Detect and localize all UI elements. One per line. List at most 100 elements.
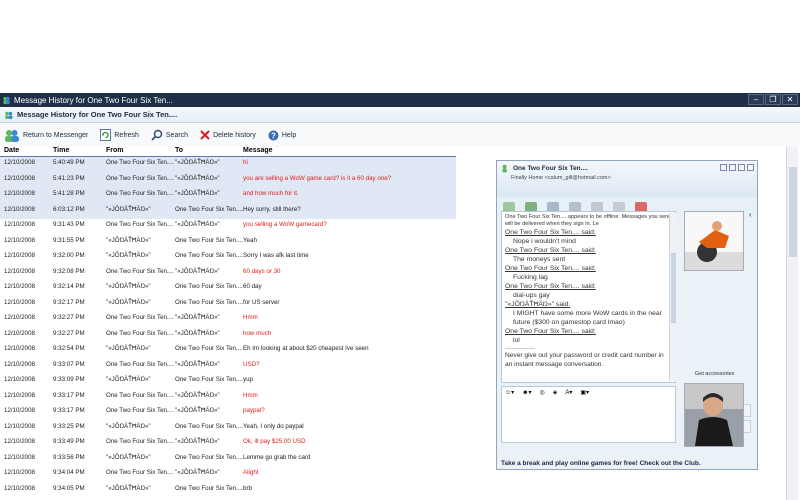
row-date: 12/10/2008 <box>4 190 35 197</box>
row-time: 9:32:00 PM <box>53 252 85 259</box>
row-from: One Two Four Six Ten.... <box>106 391 174 399</box>
table-row[interactable]: 12/10/2008 9:33:09 PM "«JŌŊÄŤĦÄŊ»" One Two … <box>0 374 456 390</box>
table-row[interactable]: 12/10/2008 9:32:00 PM "«JŌŊÄŤĦÄŊ»" One Two … <box>0 250 456 266</box>
row-time: 9:32:14 PM <box>53 283 85 290</box>
messenger-icon <box>3 96 10 104</box>
window-title: Message History for One Two Four Six Ten… <box>14 95 173 105</box>
row-date: 12/10/2008 <box>4 236 35 244</box>
row-to: One Two Four Six Ten.... <box>175 422 243 430</box>
table-row[interactable]: 12/10/2008 9:32:54 PM "«JŌŊÄŤĦÄŊ»" One Two … <box>0 343 456 359</box>
row-date: 12/10/2008 <box>4 376 35 383</box>
get-accessories-link[interactable]: Get accessories <box>695 371 734 377</box>
table-row[interactable]: 12/10/2008 9:31:43 PM One Two Four Six Ten… <box>0 219 456 235</box>
delete-history-button[interactable]: Delete history <box>200 130 256 140</box>
table-row[interactable]: 12/10/2008 9:31:55 PM "«JŌŊÄŤĦÄŊ»" One Two … <box>0 235 456 251</box>
column-header-from[interactable]: From <box>106 147 175 156</box>
close-button[interactable]: ✕ <box>782 94 798 105</box>
conversation-title: One Two Four Six Ten.... <box>513 165 588 172</box>
table-row[interactable]: 12/10/2008 5:41:23 PM One Two Four Six Ten… <box>0 172 456 188</box>
transcript-scrollbar[interactable] <box>669 213 676 381</box>
conversation-header: One Two Four Six Ten.... Finally Home <c… <box>497 161 757 197</box>
background-icon[interactable]: ▣▾ <box>580 389 589 396</box>
conversation-maximize-button[interactable] <box>738 164 745 171</box>
row-to: "«JŌŊÄŤĦÄŊ»" <box>175 190 220 197</box>
column-header-to[interactable]: To <box>175 147 243 156</box>
my-display-picture[interactable] <box>684 383 744 447</box>
row-time: 9:32:54 PM <box>53 345 85 352</box>
row-to: One Two Four Six Ten.... <box>175 252 243 259</box>
row-message: Alight <box>243 469 259 476</box>
table-row[interactable]: 12/10/2008 9:33:25 PM "«JŌŊÄŤĦÄŊ»" One Two … <box>0 421 456 437</box>
contact-display-picture[interactable] <box>684 211 744 271</box>
table-row[interactable]: 12/10/2008 9:32:27 PM One Two Four Six Ten… <box>0 312 456 328</box>
collapse-arrow-icon[interactable]: ‹ <box>749 210 752 219</box>
column-header-time[interactable]: Time <box>53 147 106 156</box>
table-row[interactable]: 12/10/2008 5:40:49 PM One Two Four Six Ten… <box>0 157 456 173</box>
row-time: 5:40:49 PM <box>53 159 85 166</box>
font-icon[interactable]: A▾ <box>565 389 572 396</box>
row-message: hi <box>243 159 248 166</box>
table-row[interactable]: 12/10/2008 9:32:27 PM One Two Four Six Ten… <box>0 328 456 344</box>
column-header-message[interactable]: Message <box>243 147 456 156</box>
table-row[interactable]: 12/10/2008 9:34:05 PM "«JŌŊÄŤĦÄŊ»" One Two … <box>0 483 456 499</box>
row-to: "«JŌŊÄŤĦÄŊ»" <box>175 438 220 445</box>
table-row[interactable]: 12/10/2008 9:32:14 PM "«JŌŊÄŤĦÄŊ»" One Two … <box>0 281 456 297</box>
page-scrollbar[interactable] <box>786 147 798 500</box>
nudge-icon[interactable]: ◎ <box>539 389 544 396</box>
table-row[interactable]: 12/10/2008 6:03:12 PM "«JŌŊÄŤĦÄŊ»" One Two … <box>0 203 456 219</box>
row-message: paypal? <box>243 407 265 414</box>
security-warning: Never give out your password or credit c… <box>505 352 664 368</box>
table-row[interactable]: 12/10/2008 9:33:49 PM One Two Four Six Ten… <box>0 436 456 452</box>
row-from: One Two Four Six Ten.... <box>106 360 174 368</box>
chat-message: The moneys sent <box>513 256 566 263</box>
window-titlebar: Message History for One Two Four Six Ten… <box>0 93 800 107</box>
conversation-minimize-button[interactable] <box>729 164 736 171</box>
row-time: 5:41:23 PM <box>53 174 85 182</box>
conversation-menu-button[interactable] <box>720 164 727 171</box>
table-row[interactable]: 12/10/2008 9:33:07 PM One Two Four Six Ten… <box>0 359 456 375</box>
row-date: 12/10/2008 <box>4 360 35 368</box>
row-message: Sorry I was afk last time <box>243 252 309 259</box>
chat-message: Fucking lag <box>513 274 548 281</box>
table-row[interactable]: 12/10/2008 9:33:17 PM One Two Four Six Ten… <box>0 390 456 406</box>
table-row[interactable]: 12/10/2008 9:33:56 PM "«JŌŊÄŤĦÄŊ»" One Two … <box>0 452 456 468</box>
chat-speaker: One Two Four Six Ten.... said: <box>505 328 596 335</box>
row-time: 9:31:43 PM <box>53 221 85 228</box>
refresh-button[interactable]: Refresh <box>100 129 139 141</box>
help-button[interactable]: ? Help <box>268 130 296 141</box>
conversation-window-controls <box>720 164 754 171</box>
games-promo-link[interactable]: Take a break and play online games for f… <box>501 460 701 467</box>
row-message: Hey sorry, still there? <box>243 205 301 213</box>
table-row[interactable]: 12/10/2008 9:32:17 PM "«JŌŊÄŤĦÄŊ»" One Two … <box>0 297 456 313</box>
emoticon-icon[interactable]: ☺▾ <box>505 389 514 396</box>
table-row[interactable]: 12/10/2008 5:41:28 PM One Two Four Six Ten… <box>0 188 456 204</box>
chat-message: lol <box>513 337 520 344</box>
voice-clip-icon[interactable]: ◈ <box>553 389 558 396</box>
conversation-close-button[interactable] <box>747 164 754 171</box>
row-from: One Two Four Six Ten.... <box>106 438 174 445</box>
return-label: Return to Messenger <box>23 131 89 139</box>
row-date: 12/10/2008 <box>4 221 35 228</box>
row-to: "«JŌŊÄŤĦÄŊ»" <box>175 221 220 228</box>
chat-message: dial-ups gay <box>513 292 550 299</box>
column-header-date[interactable]: Date <box>0 147 53 156</box>
row-from: One Two Four Six Ten.... <box>106 329 174 337</box>
return-to-messenger-button[interactable]: Return to Messenger <box>4 129 88 142</box>
maximize-button[interactable]: ❐ <box>765 94 781 105</box>
table-row[interactable]: 12/10/2008 9:34:04 PM One Two Four Six Ten… <box>0 467 456 483</box>
table-row[interactable]: 12/10/2008 9:32:08 PM One Two Four Six Ten… <box>0 266 456 282</box>
search-button[interactable]: Search <box>151 129 188 141</box>
delete-label: Delete history <box>213 131 256 139</box>
row-to: "«JŌŊÄŤĦÄŊ»" <box>175 174 220 182</box>
row-to: One Two Four Six Ten.... <box>175 236 243 244</box>
buddies-icon <box>5 129 19 142</box>
wink-icon[interactable]: ☻▾ <box>522 389 531 396</box>
row-message: 60 day <box>243 283 262 290</box>
row-time: 9:33:17 PM <box>53 391 85 399</box>
table-row[interactable]: 12/10/2008 9:33:17 PM One Two Four Six Ten… <box>0 405 456 421</box>
minimize-button[interactable]: – <box>748 94 764 105</box>
row-message: Hmm <box>243 391 258 399</box>
row-date: 12/10/2008 <box>4 174 35 182</box>
row-from: "«JŌŊÄŤĦÄŊ»" <box>106 453 151 461</box>
row-date: 12/10/2008 <box>4 159 35 166</box>
